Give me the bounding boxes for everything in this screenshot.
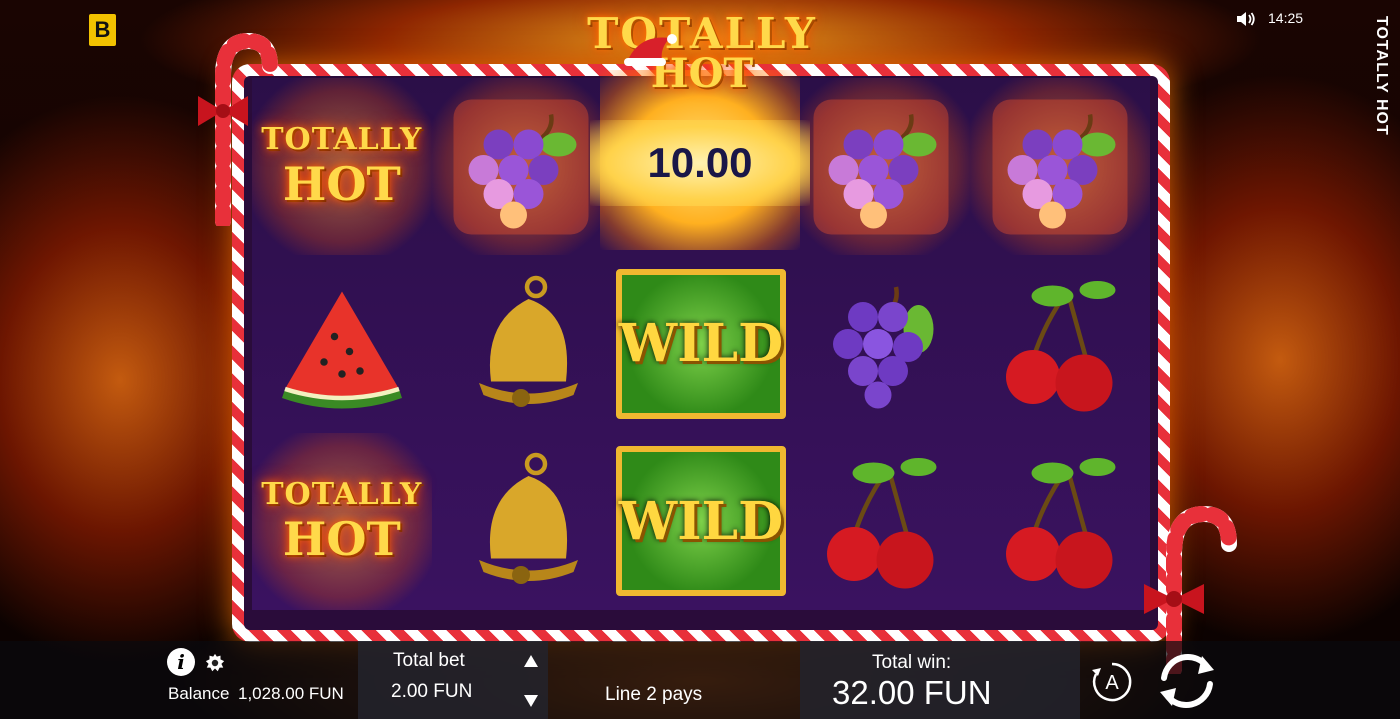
autoplay-letter: A [1105, 672, 1119, 694]
burning-grapes-symbol [431, 78, 612, 256]
symbol-text-bottom: HOT [282, 157, 401, 212]
spin-button[interactable] [1152, 648, 1222, 714]
burning-grapes-symbol [790, 78, 971, 256]
cherries-icon [826, 458, 937, 589]
triangle-up-icon [524, 655, 538, 667]
brand-logo: B [89, 14, 116, 46]
wild-symbol: WILD [611, 255, 791, 432]
balance-label: Balance [168, 684, 230, 703]
symbol-text-top: TOTALLY [261, 122, 423, 158]
burning-grapes-symbol [970, 78, 1150, 256]
cherries-symbol [791, 433, 971, 610]
spin-icon [1160, 653, 1214, 709]
grapes-symbol [791, 255, 971, 432]
cherries-symbol [970, 255, 1150, 432]
side-game-title: TOTALLY HOT [1373, 16, 1390, 136]
info-icon[interactable]: i [167, 648, 195, 676]
line-win-amount: 10.00 [590, 120, 810, 206]
wild-label: WILD [615, 268, 786, 419]
clock: 14:25 [1268, 10, 1304, 26]
game-logo: TOTALLY HOT [552, 9, 852, 104]
symbol-text-bottom: HOT [282, 511, 401, 566]
total-win-label: Total win: [872, 652, 952, 673]
sound-icon[interactable] [1236, 10, 1256, 28]
autoplay-button[interactable]: A [1090, 660, 1134, 704]
total-bet-value: 2.00 FUN [391, 681, 473, 702]
bell-symbol [432, 255, 612, 432]
totally-hot-symbol: TOTALLY HOT [252, 432, 432, 610]
bell-icon [479, 453, 579, 585]
cherries-icon [1006, 458, 1116, 589]
balance-value: 1,028.00 FUN [238, 684, 344, 703]
line-pays-text: Line 2 pays [605, 684, 703, 705]
bet-decrease-button[interactable] [518, 688, 544, 714]
santa-hat-icon [624, 34, 677, 66]
grapes-icon [992, 99, 1128, 235]
watermelon-symbol [252, 255, 432, 432]
wild-symbol: WILD [611, 433, 791, 610]
bet-increase-button[interactable] [518, 648, 544, 674]
symbol-text-top: TOTALLY [261, 476, 423, 512]
wild-label: WILD [615, 446, 786, 597]
total-bet-label: Total bet [393, 650, 465, 671]
grapes-icon [813, 99, 949, 235]
total-win-value: 32.00 FUN [832, 674, 992, 711]
candy-cane-left-icon [198, 32, 278, 226]
bell-symbol [432, 433, 612, 610]
grapes-icon [453, 99, 589, 235]
game-logo-line1: TOTALLY [587, 9, 817, 58]
autoplay-icon: A [1092, 662, 1132, 702]
bell-icon [479, 275, 579, 407]
totally-hot-symbol: TOTALLY HOT [252, 78, 432, 256]
cherries-icon [1006, 280, 1116, 412]
watermelon-icon [281, 291, 402, 409]
grapes-icon [832, 286, 934, 409]
gear-icon[interactable] [204, 652, 226, 674]
game-logo-line2: HOT [650, 50, 754, 97]
triangle-down-icon [524, 695, 538, 707]
